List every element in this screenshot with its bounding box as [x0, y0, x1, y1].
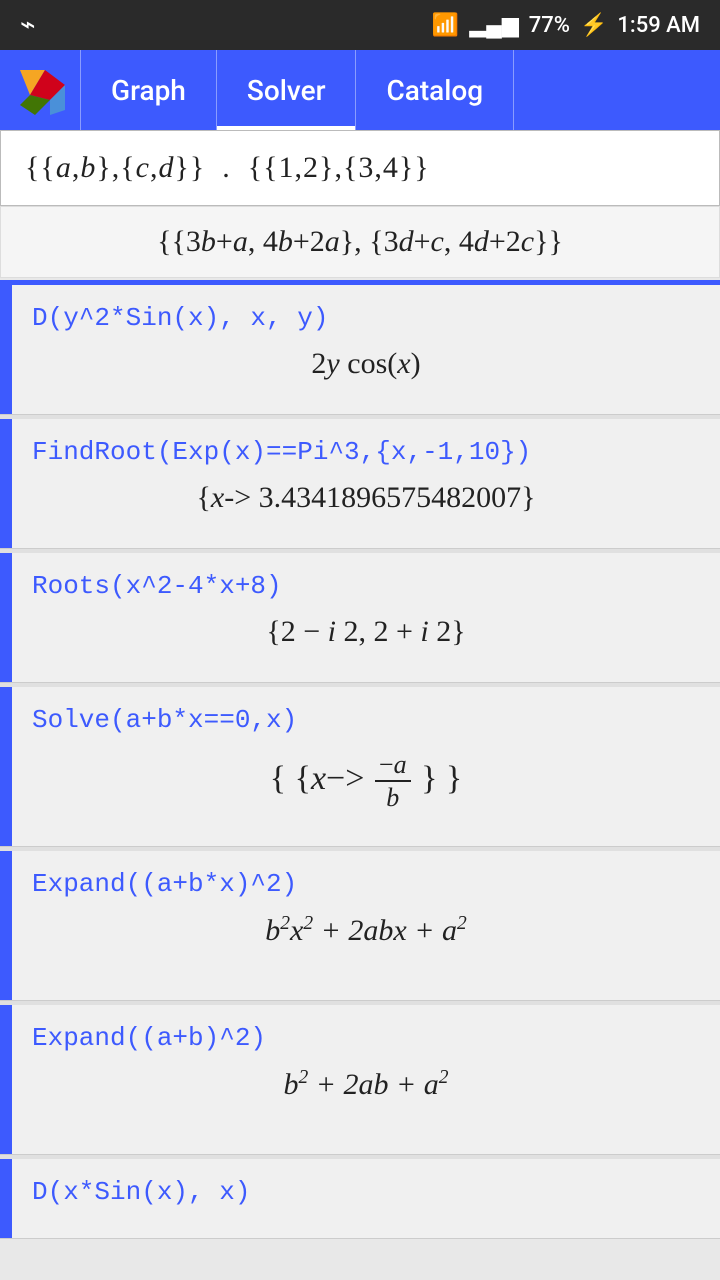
- item-input[interactable]: Roots(x^2-4*x+8): [32, 571, 700, 601]
- item-input[interactable]: Expand((a+b*x)^2): [32, 869, 700, 899]
- app-logo: [10, 60, 70, 120]
- item-output: { {x−> −a b } }: [32, 745, 700, 817]
- usb-icon: ⌁: [20, 10, 36, 40]
- item-output: {2 − i 2, 2 + i 2}: [32, 611, 700, 653]
- item-content: FindRoot(Exp(x)==Pi^3,{x,-1,10}) {x-> 3.…: [12, 419, 720, 548]
- item-output: {x-> 3.43418965754820​07}: [32, 477, 700, 519]
- item-content: D(x*Sin(x), x): [12, 1159, 720, 1238]
- item-input[interactable]: Expand((a+b)^2): [32, 1023, 700, 1053]
- item-output: b2 + 2ab + a2: [32, 1063, 700, 1106]
- result-expression: {{3b+a, 4b+2a}, {3d+c, 4d+2c}}: [0, 206, 720, 278]
- tab-graph[interactable]: Graph: [80, 50, 217, 130]
- status-right: 📶 ▂▄▆ 77% ⚡ 1:59 AM: [432, 12, 700, 38]
- tab-solver[interactable]: Solver: [217, 50, 357, 130]
- history-list: D(y^2*Sin(x), x, y) 2y cos(x) FindRoot(E…: [0, 285, 720, 1239]
- history-item: Expand((a+b)^2) b2 + 2ab + a2: [0, 1005, 720, 1155]
- item-accent: [0, 285, 12, 414]
- item-content: Expand((a+b*x)^2) b2x2 + 2abx + a2: [12, 851, 720, 1000]
- battery-icon: ⚡: [580, 13, 607, 38]
- item-accent: [0, 851, 12, 1000]
- item-content: Roots(x^2-4*x+8) {2 − i 2, 2 + i 2}: [12, 553, 720, 682]
- history-item: Roots(x^2-4*x+8) {2 − i 2, 2 + i 2}: [0, 553, 720, 683]
- item-input[interactable]: D(x*Sin(x), x): [32, 1177, 700, 1207]
- item-content: D(y^2*Sin(x), x, y) 2y cos(x): [12, 285, 720, 414]
- item-input[interactable]: D(y^2*Sin(x), x, y): [32, 303, 700, 333]
- history-item: D(y^2*Sin(x), x, y) 2y cos(x): [0, 285, 720, 415]
- item-accent: [0, 553, 12, 682]
- item-accent: [0, 1005, 12, 1154]
- history-item: D(x*Sin(x), x): [0, 1159, 720, 1239]
- fraction: −a b: [375, 749, 411, 813]
- item-accent: [0, 419, 12, 548]
- time: 1:59 AM: [617, 13, 700, 38]
- item-content: Expand((a+b)^2) b2 + 2ab + a2: [12, 1005, 720, 1154]
- status-bar: ⌁ 📶 ▂▄▆ 77% ⚡ 1:59 AM: [0, 0, 720, 50]
- header: Graph Solver Catalog: [0, 50, 720, 130]
- nav-tabs: Graph Solver Catalog: [80, 50, 710, 130]
- item-output: 2y cos(x): [32, 343, 700, 385]
- item-input[interactable]: Solve(a+b*x==0,x): [32, 705, 700, 735]
- wifi-icon: 📶: [432, 13, 459, 38]
- item-output: b2x2 + 2abx + a2: [32, 909, 700, 952]
- input-expression[interactable]: {{a,b},{c,d}} . {{1,2},{3,4}}: [0, 130, 720, 206]
- signal-icon: ▂▄▆: [469, 12, 518, 38]
- item-content: Solve(a+b*x==0,x) { {x−> −a b } }: [12, 687, 720, 846]
- battery-percent: 77%: [529, 13, 570, 38]
- item-accent: [0, 1159, 12, 1238]
- item-input[interactable]: FindRoot(Exp(x)==Pi^3,{x,-1,10}): [32, 437, 700, 467]
- tab-catalog[interactable]: Catalog: [356, 50, 514, 130]
- item-accent: [0, 687, 12, 846]
- history-item: FindRoot(Exp(x)==Pi^3,{x,-1,10}) {x-> 3.…: [0, 419, 720, 549]
- status-left: ⌁: [20, 10, 36, 40]
- history-item: Solve(a+b*x==0,x) { {x−> −a b } }: [0, 687, 720, 847]
- history-item: Expand((a+b*x)^2) b2x2 + 2abx + a2: [0, 851, 720, 1001]
